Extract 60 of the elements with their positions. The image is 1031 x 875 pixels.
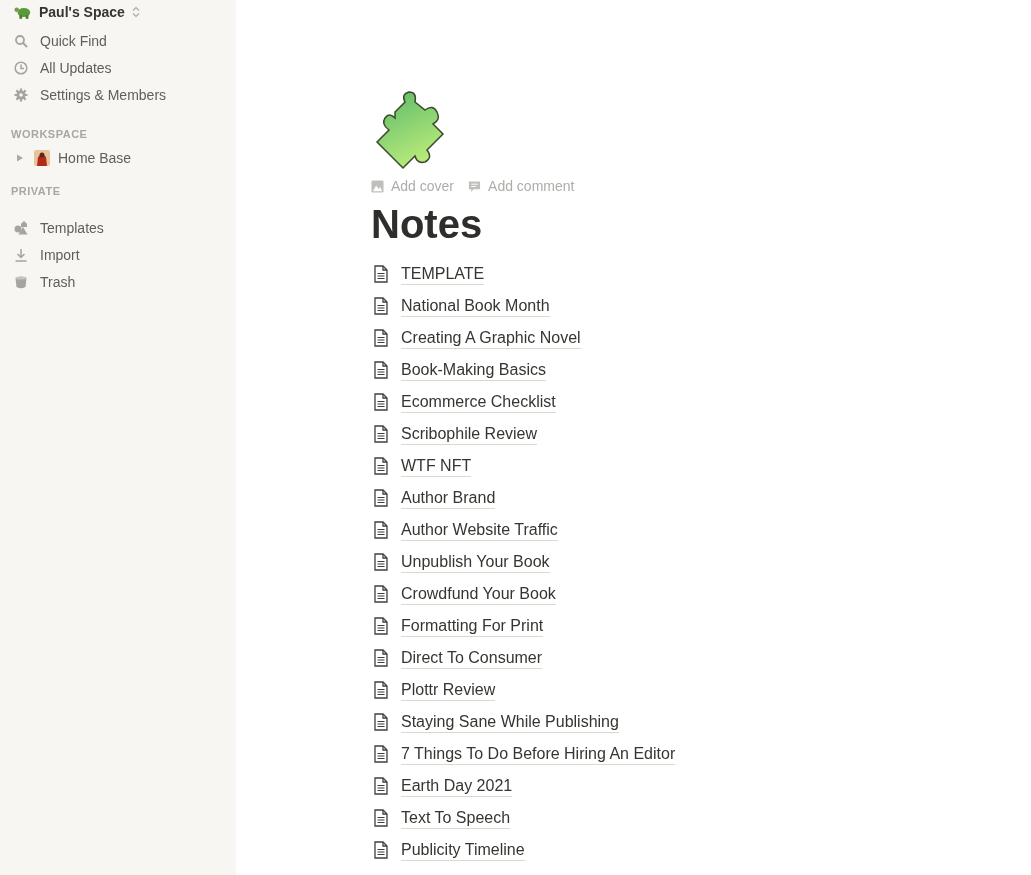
page-link[interactable]: Author Brand <box>401 487 496 509</box>
shapes-icon <box>14 220 28 235</box>
page-link[interactable]: Text To Speech <box>401 807 511 829</box>
sidebar-item[interactable]: All Updates <box>0 54 236 81</box>
document-icon <box>374 745 388 763</box>
document-icon <box>374 489 388 507</box>
trash-icon <box>14 274 28 289</box>
search-icon <box>14 33 28 48</box>
document-icon <box>374 681 388 699</box>
page-link[interactable]: TEMPLATE <box>401 263 485 285</box>
sidebar-item[interactable]: Settings & Members <box>0 81 236 108</box>
page-link[interactable]: WTF NFT <box>401 455 472 477</box>
document-icon <box>374 521 388 539</box>
document-icon <box>374 297 388 315</box>
page-link[interactable]: Author Website Traffic <box>401 519 558 541</box>
settings-icon <box>14 87 28 102</box>
section-heading: WORKSPACE <box>10 127 89 142</box>
document-icon <box>374 713 388 731</box>
workspace-switcher[interactable]: Paul's Space <box>0 2 236 22</box>
sidebar-item[interactable]: Templates <box>0 214 236 241</box>
page-link[interactable]: Formatting For Print <box>401 615 544 637</box>
document-icon <box>374 329 388 347</box>
page-link[interactable]: 7 Things To Do Before Hiring An Editor <box>401 743 676 765</box>
sidebar-item[interactable]: Import <box>0 241 236 268</box>
document-icon <box>374 265 388 283</box>
page-link[interactable]: Book-Making Basics <box>401 359 546 381</box>
page-link[interactable]: Plottr Review <box>401 679 496 701</box>
page-title: Notes <box>371 201 484 248</box>
document-icon <box>374 809 388 827</box>
document-icon <box>374 649 388 667</box>
page-link[interactable]: Unpublish Your Book <box>401 551 550 573</box>
page-link[interactable]: Earth Day 2021 <box>401 775 513 797</box>
download-icon <box>14 247 28 262</box>
figure-icon <box>34 149 50 166</box>
document-icon <box>374 393 388 411</box>
document-icon <box>374 841 388 859</box>
image-icon <box>371 179 384 193</box>
page-link[interactable]: Direct To Consumer <box>401 647 543 669</box>
page-link[interactable]: Creating A Graphic Novel <box>401 327 581 349</box>
sidebar-page[interactable]: Home Base <box>0 144 236 171</box>
document-icon <box>374 553 388 571</box>
document-icon <box>374 617 388 635</box>
sidebar-item[interactable]: Trash <box>0 268 236 295</box>
sidebar-item[interactable]: Quick Find <box>0 27 236 54</box>
document-icon <box>374 457 388 475</box>
section-heading: PRIVATE <box>10 184 62 199</box>
document-icon <box>374 425 388 443</box>
document-icon <box>374 361 388 379</box>
document-icon <box>374 777 388 795</box>
page-link[interactable]: Staying Sane While Publishing <box>401 711 619 733</box>
speech-bubble-icon <box>468 179 482 193</box>
page-link[interactable]: Crowdfund Your Book <box>401 583 556 605</box>
expand-triangle-icon[interactable] <box>16 153 24 162</box>
page-link[interactable]: Scribophile Review <box>401 423 538 445</box>
clock-icon <box>14 60 28 75</box>
chevron-updown-icon <box>131 6 140 18</box>
document-icon <box>374 585 388 603</box>
page-link[interactable]: Publicity Timeline <box>401 839 525 861</box>
page-link[interactable]: National Book Month <box>401 295 550 317</box>
page-link[interactable]: Ecommerce Checklist <box>401 391 556 413</box>
